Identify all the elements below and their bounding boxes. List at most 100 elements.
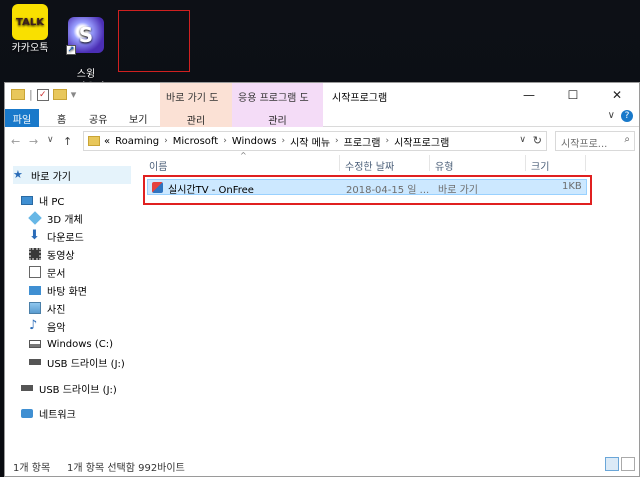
file-explorer-window: | ✓ ▾ 바로 가기 도구 응용 프로그램 도구 시작프로그램 — ☐ ✕ 파… (4, 82, 640, 477)
breadcrumb-roaming[interactable]: Roaming (115, 136, 159, 147)
nav-item-network[interactable]: 네트워크 (21, 404, 76, 422)
ribbon-tabs: 파일 홈 공유 보기 관리 관리 ∨ ? (5, 107, 639, 127)
status-bar: 1개 항목 1개 항목 선택함 992바이트 (5, 454, 640, 476)
ribbon-collapse-icon[interactable]: ∨ (608, 110, 615, 121)
breadcrumb-start-menu[interactable]: 시작 메뉴 (290, 134, 330, 149)
tab-share[interactable]: 공유 (89, 109, 107, 127)
column-header-date-modified[interactable]: 수정한 날짜 (345, 153, 394, 173)
video-icon (29, 248, 41, 260)
picture-icon (29, 302, 41, 314)
chevron-right-icon[interactable]: › (335, 136, 339, 146)
help-icon[interactable]: ? (621, 110, 633, 122)
breadcrumb-overflow[interactable]: « (104, 136, 110, 147)
nav-item-videos[interactable]: 동영상 (29, 245, 75, 263)
tab-manage-shortcut[interactable]: 관리 (160, 107, 232, 127)
tab-file[interactable]: 파일 (5, 109, 39, 127)
desktop-icon-kakaotalk[interactable]: TALK 카카오톡 (0, 4, 60, 55)
column-header-name[interactable]: 이름 (149, 153, 167, 173)
address-dropdown-icon[interactable]: ∨ (519, 135, 526, 145)
maximize-button[interactable]: ☐ (551, 83, 595, 107)
breadcrumb-windows[interactable]: Windows (232, 136, 277, 147)
highlight-outline (143, 175, 592, 205)
nav-item-downloads[interactable]: ⬇ 다운로드 (29, 227, 84, 245)
nav-item-label: 내 PC (39, 196, 65, 208)
file-list: ^ 이름 수정한 날짜 유형 크기 실시간TV - OnFree 2018-04… (143, 151, 640, 453)
nav-item-usb-drive[interactable]: USB 드라이브 (J:) (29, 353, 125, 371)
minimize-button[interactable]: — (507, 83, 551, 107)
swing-browser-icon: S ↗ (66, 17, 104, 55)
column-divider[interactable] (525, 155, 526, 171)
nav-item-documents[interactable]: 문서 (29, 263, 65, 281)
column-header-type[interactable]: 유형 (435, 153, 453, 173)
nav-item-label: 바로 가기 (31, 171, 71, 183)
qat-dropdown-icon[interactable]: ▾ (71, 88, 77, 101)
up-button[interactable]: ↑ (63, 135, 72, 148)
nav-item-this-pc[interactable]: 내 PC (21, 191, 64, 209)
column-divider[interactable] (339, 155, 340, 171)
large-icons-view-button[interactable] (621, 457, 635, 471)
search-placeholder: 시작프로... (561, 139, 608, 150)
nav-item-label: 동영상 (47, 250, 75, 262)
nav-item-desktop[interactable]: 바탕 화면 (29, 281, 87, 299)
chevron-right-icon[interactable]: › (164, 136, 168, 146)
pc-icon (21, 195, 33, 205)
folder-icon (88, 136, 100, 146)
nav-item-label: 사진 (47, 304, 66, 316)
refresh-icon[interactable]: ↻ (533, 134, 542, 147)
status-selection: 1개 항목 선택함 992바이트 (67, 463, 185, 474)
nav-item-quick-access[interactable]: ★ 바로 가기 (13, 166, 131, 184)
forward-button[interactable]: → (29, 135, 38, 148)
document-icon (29, 266, 41, 278)
address-bar[interactable]: « Roaming › Microsoft › Windows › 시작 메뉴 … (83, 131, 547, 151)
tab-manage-application[interactable]: 관리 (232, 107, 323, 127)
shortcut-arrow-icon: ↗ (66, 45, 76, 55)
status-item-count: 1개 항목 (13, 463, 51, 474)
star-icon: ★ (13, 168, 23, 181)
chevron-right-icon[interactable]: › (385, 136, 389, 146)
tab-view[interactable]: 보기 (129, 109, 147, 127)
properties-icon[interactable]: ✓ (36, 88, 49, 101)
column-header-size[interactable]: 크기 (531, 153, 549, 173)
nav-item-usb-drive-root[interactable]: USB 드라이브 (J:) (21, 379, 117, 397)
nav-item-label: 바탕 화면 (47, 286, 87, 298)
column-divider[interactable] (429, 155, 430, 171)
nav-item-music[interactable]: ♪ 음악 (29, 317, 65, 335)
nav-item-label: 문서 (47, 268, 66, 280)
back-button[interactable]: ← (11, 135, 20, 148)
new-folder-icon[interactable] (52, 89, 67, 100)
close-button[interactable]: ✕ (595, 83, 639, 107)
download-icon: ⬇ (29, 228, 40, 243)
nav-item-label: USB 드라이브 (J:) (47, 358, 125, 370)
nav-item-label: Windows (C:) (47, 338, 113, 350)
nav-item-label: 네트워크 (39, 409, 76, 421)
details-view-button[interactable] (605, 457, 619, 471)
nav-item-label: USB 드라이브 (J:) (39, 384, 117, 396)
nav-item-label: 3D 개체 (47, 214, 83, 226)
cube-icon (28, 211, 42, 225)
nav-item-windows-c[interactable]: Windows (C:) (29, 335, 113, 353)
nav-item-label: 다운로드 (47, 232, 84, 244)
chevron-right-icon[interactable]: › (281, 136, 285, 146)
folder-icon (11, 89, 25, 100)
nav-item-pictures[interactable]: 사진 (29, 299, 65, 317)
network-icon (21, 408, 33, 418)
window-title: 시작프로그램 (332, 93, 388, 104)
context-tab-application-tools: 응용 프로그램 도구 (232, 83, 323, 119)
recent-locations-dropdown[interactable]: ∨ (47, 135, 54, 145)
kakaotalk-icon: TALK (12, 4, 48, 40)
search-input[interactable]: 시작프로... ⌕ (555, 131, 635, 151)
nav-item-label: 음악 (47, 322, 66, 334)
context-tab-shortcut-tools: 바로 가기 도구 (160, 83, 232, 119)
breadcrumb-microsoft[interactable]: Microsoft (173, 136, 219, 147)
breadcrumb-startup[interactable]: 시작프로그램 (394, 134, 449, 149)
column-divider[interactable] (585, 155, 586, 171)
usb-drive-icon (29, 359, 41, 365)
sort-ascending-icon: ^ (240, 151, 247, 160)
tab-home[interactable]: 홈 (57, 109, 66, 127)
usb-drive-icon (21, 385, 33, 391)
breadcrumb-programs[interactable]: 프로그램 (344, 134, 381, 149)
drive-icon (29, 340, 41, 348)
nav-item-3d-objects[interactable]: 3D 개체 (28, 209, 83, 227)
desktop-icon (29, 285, 41, 295)
chevron-right-icon[interactable]: › (223, 136, 227, 146)
